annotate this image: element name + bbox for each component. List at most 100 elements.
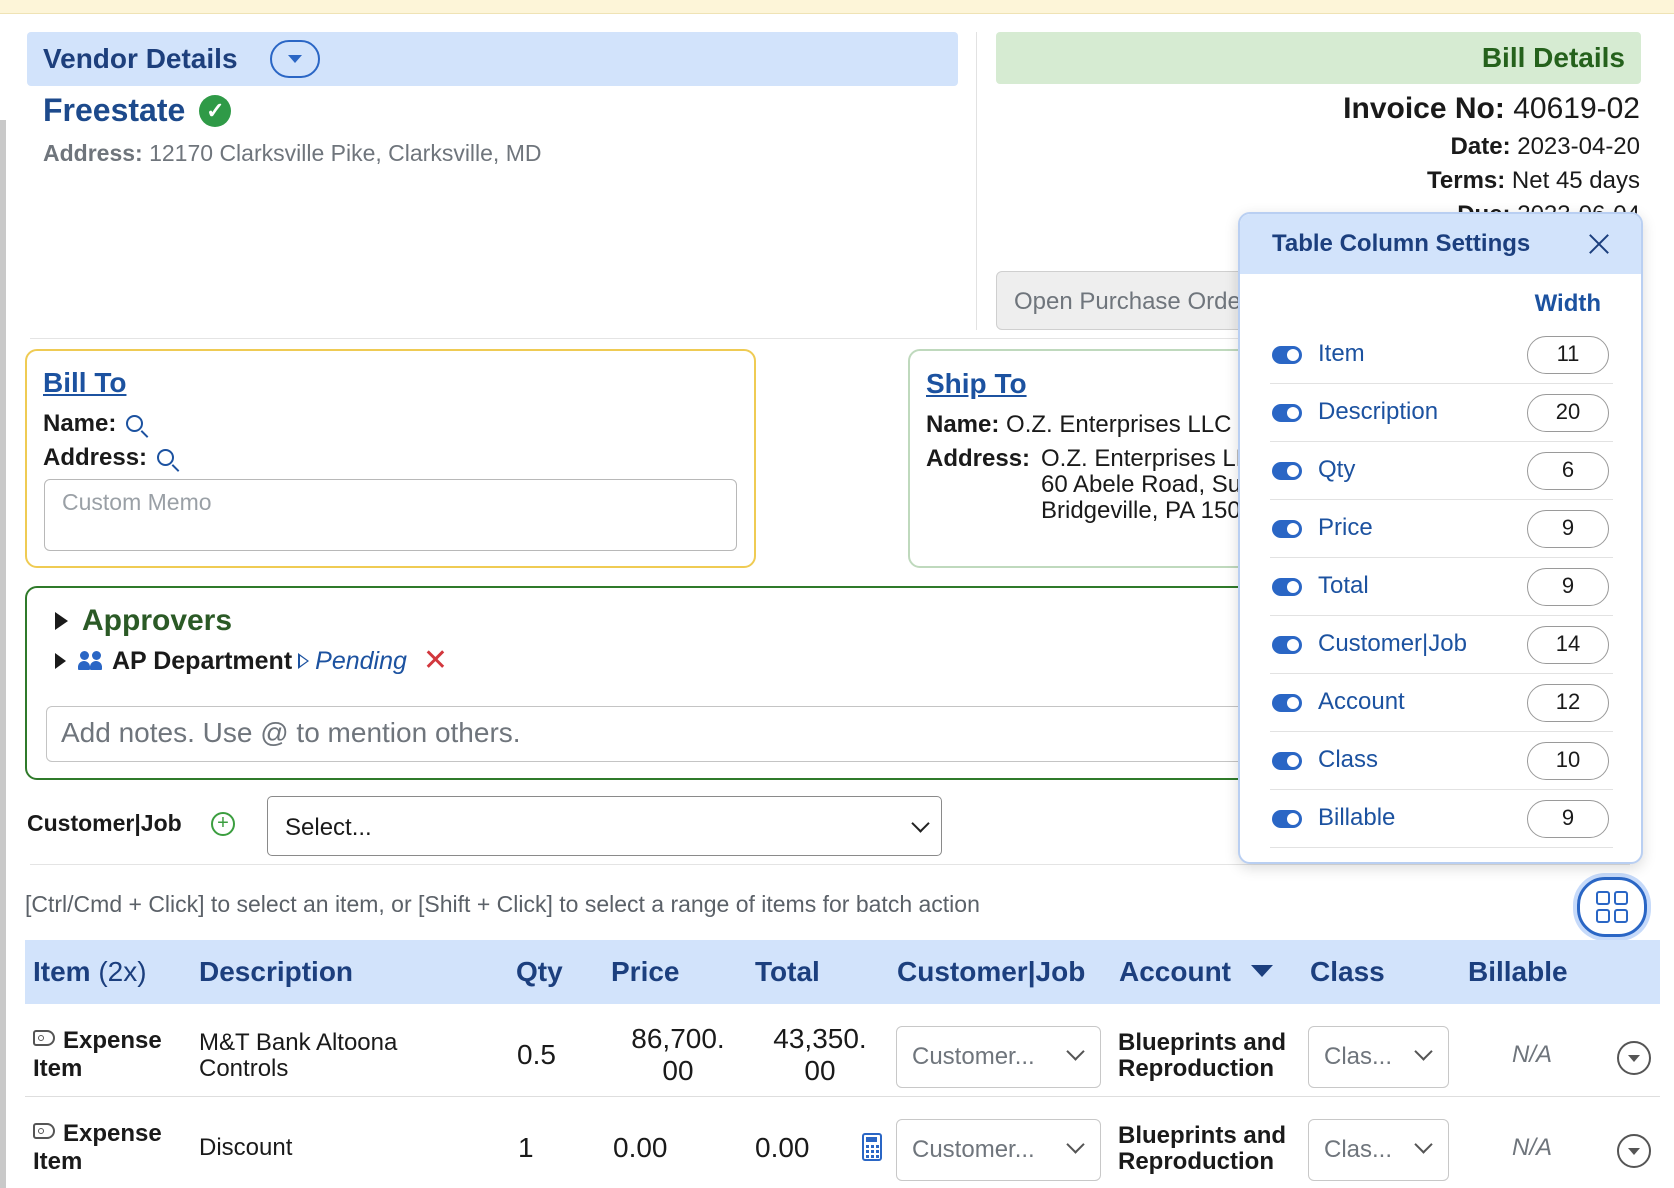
- customer-job-label: Customer|Job: [27, 810, 182, 836]
- approvers-toggle[interactable]: Approvers: [55, 604, 232, 638]
- table-row[interactable]: Expense Item M&T Bank Altoona Controls 0…: [25, 1005, 1660, 1097]
- column-visibility-toggle[interactable]: [1272, 578, 1302, 596]
- column-setting-label: Billable: [1318, 804, 1396, 831]
- item-qty[interactable]: 0.5: [517, 1039, 556, 1071]
- column-width-input[interactable]: 6: [1527, 452, 1609, 490]
- approver-row: AP Department Pending ✕: [55, 646, 448, 676]
- bill-terms: Terms: Net 45 days: [1427, 167, 1640, 195]
- row-menu-icon[interactable]: [1617, 1041, 1651, 1075]
- column-width-input[interactable]: 10: [1527, 742, 1609, 780]
- column-visibility-toggle[interactable]: [1272, 694, 1302, 712]
- column-header-billable[interactable]: Billable: [1468, 956, 1568, 988]
- bill-to-card: Bill To Name: Address: Custom Memo: [25, 349, 756, 568]
- row-customer-select[interactable]: Customer...: [896, 1119, 1101, 1181]
- item-type-line2: Item: [33, 1148, 83, 1175]
- column-width-input[interactable]: 20: [1527, 394, 1609, 432]
- bill-details-title: Bill Details: [1481, 42, 1625, 73]
- column-visibility-toggle[interactable]: [1272, 810, 1302, 828]
- column-setting-label: Customer|Job: [1318, 630, 1467, 657]
- row-customer-value: Customer...: [912, 1136, 1035, 1163]
- invoice-label: Invoice No:: [1343, 92, 1505, 125]
- column-setting-description: Description 20: [1270, 384, 1613, 442]
- item-total[interactable]: 0.00: [755, 1132, 810, 1164]
- column-header-total[interactable]: Total: [755, 956, 820, 988]
- row-menu-icon[interactable]: [1617, 1134, 1651, 1168]
- column-setting-class: Class 10: [1270, 732, 1613, 790]
- column-width-input[interactable]: 9: [1527, 568, 1609, 606]
- bill-to-title[interactable]: Bill To: [43, 367, 126, 399]
- column-visibility-toggle[interactable]: [1272, 404, 1302, 422]
- row-customer-select[interactable]: Customer...: [896, 1026, 1101, 1088]
- play-outline-icon: [298, 653, 310, 669]
- custom-memo-textarea[interactable]: Custom Memo: [44, 479, 737, 551]
- ship-to-title[interactable]: Ship To: [926, 368, 1027, 400]
- column-width-input[interactable]: 11: [1527, 336, 1609, 374]
- item-description-line2: Controls: [199, 1055, 289, 1082]
- item-qty[interactable]: 1: [518, 1132, 534, 1164]
- popover-header: Table Column Settings: [1240, 214, 1641, 274]
- item-description: Discount: [199, 1134, 293, 1161]
- bill-to-address-label: Address:: [43, 444, 148, 471]
- row-class-value: Clas...: [1324, 1043, 1393, 1070]
- horizontal-divider: [30, 864, 1630, 865]
- ship-to-name-value: O.Z. Enterprises LLC: [1006, 411, 1232, 438]
- caret-right-icon[interactable]: [55, 653, 66, 669]
- column-width-input[interactable]: 14: [1527, 626, 1609, 664]
- column-visibility-toggle[interactable]: [1272, 520, 1302, 538]
- vendor-name-row: Freestate ✓: [43, 92, 232, 129]
- approver-group-name: AP Department: [112, 646, 293, 675]
- item-price[interactable]: 86,700.: [618, 1023, 738, 1055]
- vendor-details-toggle-button[interactable]: [269, 40, 320, 78]
- customer-job-select[interactable]: Select...: [267, 796, 942, 856]
- terms-label: Terms:: [1427, 167, 1506, 194]
- row-class-select[interactable]: Clas...: [1308, 1119, 1449, 1181]
- row-class-select[interactable]: Clas...: [1308, 1026, 1449, 1088]
- column-visibility-toggle[interactable]: [1272, 346, 1302, 364]
- column-setting-label: Description: [1318, 398, 1439, 425]
- add-customer-job-icon[interactable]: +: [211, 812, 235, 836]
- column-setting-label: Class: [1318, 746, 1379, 773]
- item-description: M&T Bank Altoona: [199, 1029, 398, 1056]
- column-width-input[interactable]: 12: [1527, 684, 1609, 722]
- vendor-address-label: Address:: [43, 140, 143, 166]
- table-row[interactable]: Expense Item Discount 1 0.00 0.00 Custom…: [25, 1098, 1660, 1188]
- row-class-value: Clas...: [1324, 1136, 1393, 1163]
- column-header-qty[interactable]: Qty: [516, 956, 563, 988]
- date-value: 2023-04-20: [1517, 133, 1640, 160]
- column-visibility-toggle[interactable]: [1272, 752, 1302, 770]
- column-visibility-toggle[interactable]: [1272, 462, 1302, 480]
- item-total[interactable]: 43,350.: [760, 1023, 880, 1055]
- search-icon[interactable]: [157, 449, 175, 466]
- bill-to-address-row: Address:: [43, 444, 175, 472]
- column-width-input[interactable]: 9: [1527, 800, 1609, 838]
- column-width-input[interactable]: 9: [1527, 510, 1609, 548]
- column-header-customer-job[interactable]: Customer|Job: [897, 956, 1085, 988]
- table-column-settings-button[interactable]: [1577, 877, 1647, 937]
- column-setting-customer-job: Customer|Job 14: [1270, 616, 1613, 674]
- item-billable: N/A: [1512, 1134, 1553, 1161]
- item-type: Expense: [33, 1120, 162, 1148]
- column-header-account[interactable]: Account: [1119, 956, 1273, 988]
- column-header-price[interactable]: Price: [611, 956, 680, 988]
- item-account-line2: Reproduction: [1118, 1055, 1274, 1082]
- close-icon[interactable]: [1587, 232, 1611, 256]
- approver-notes-input[interactable]: Add notes. Use @ to mention others.: [46, 706, 1286, 762]
- column-header-item[interactable]: Item (2x): [33, 956, 147, 988]
- verified-check-icon: ✓: [199, 94, 232, 127]
- item-total-line2[interactable]: 00: [760, 1055, 880, 1087]
- group-icon: [78, 651, 104, 671]
- column-header-description[interactable]: Description: [199, 956, 353, 988]
- column-header-class[interactable]: Class: [1310, 956, 1385, 988]
- vendor-name[interactable]: Freestate: [43, 92, 185, 129]
- item-price-line2[interactable]: 00: [618, 1055, 738, 1087]
- vendor-address: Address: 12170 Clarksville Pike, Clarksv…: [43, 140, 542, 167]
- sort-descending-icon: [1251, 965, 1273, 977]
- calculator-icon[interactable]: [862, 1133, 882, 1161]
- section-divider: [976, 32, 977, 330]
- search-icon[interactable]: [126, 415, 144, 432]
- item-price[interactable]: 0.00: [613, 1132, 668, 1164]
- column-setting-billable: Billable 9: [1270, 790, 1613, 848]
- tag-icon: [33, 1123, 55, 1139]
- remove-approver-icon[interactable]: ✕: [423, 646, 448, 676]
- column-visibility-toggle[interactable]: [1272, 636, 1302, 654]
